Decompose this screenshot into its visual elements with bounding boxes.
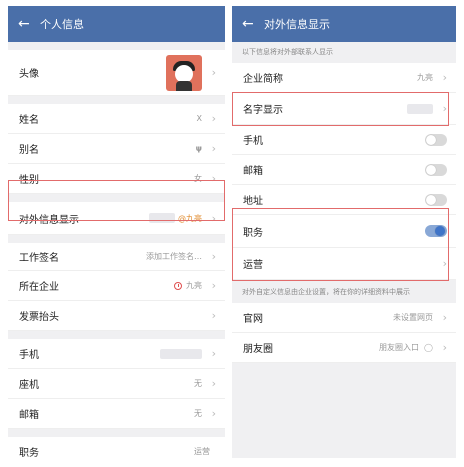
chevron-right-icon: › [442, 311, 447, 324]
chevron-right-icon: › [211, 347, 216, 360]
company-label: 所在企业 [19, 282, 59, 293]
external-display-row[interactable]: 对外信息显示 @九亮 › [8, 202, 225, 235]
chevron-right-icon: › [211, 279, 216, 292]
email-row[interactable]: 邮箱 无 › [8, 399, 225, 429]
invoice-title-row[interactable]: 发票抬头 › [8, 301, 225, 331]
page-title: 对外信息显示 [264, 18, 330, 31]
name-value: X [196, 114, 202, 123]
work-signature-row[interactable]: 工作签名 添加工作签名… › [8, 243, 225, 271]
moments-value: 朋友圈入口 [379, 343, 420, 352]
company-short-label: 企业简称 [243, 74, 283, 85]
chevron-right-icon: › [211, 250, 216, 263]
avatar-label: 头像 [19, 69, 39, 80]
phone-label: 手机 [19, 350, 39, 361]
chevron-right-icon: › [442, 257, 447, 270]
company-short-value: 九亮 [417, 73, 433, 82]
work-signature-value: 添加工作签名… [146, 252, 202, 261]
position-label: 职务 [19, 448, 39, 458]
email-label: 邮箱 [19, 410, 39, 421]
website-value: 未设置网页 [393, 313, 433, 322]
alert-icon [174, 281, 182, 290]
arrow-left-icon[interactable]: ← [18, 16, 40, 32]
gender-value: 女 [194, 174, 202, 183]
landline-value: 无 [194, 379, 202, 388]
landline-label: 座机 [19, 380, 39, 391]
alias-row[interactable]: 别名 ψ › [8, 134, 225, 164]
blurred-name [407, 103, 433, 114]
eye-icon: ◯ [424, 343, 433, 352]
section-note: 对外自定义信息由企业设置，将在你的详细资料中展示 [242, 288, 410, 296]
chevron-right-icon: › [211, 211, 216, 225]
name-display-label: 名字显示 [243, 105, 283, 116]
phone-toggle[interactable] [425, 133, 447, 146]
operations-label: 运营 [243, 260, 263, 271]
phone-row[interactable]: 手机 › [8, 339, 225, 369]
chevron-right-icon: › [211, 112, 216, 125]
name-label: 姓名 [19, 115, 39, 126]
position-value: 运营 [194, 447, 210, 456]
position-label: 职务 [243, 227, 263, 239]
company-value: 九亮 [186, 281, 202, 290]
blurred-name [149, 213, 175, 223]
position-toggle-row: 职务 [232, 215, 456, 248]
company-short-row[interactable]: 企业简称 九亮 › [232, 63, 456, 93]
work-signature-label: 工作签名 [19, 253, 59, 264]
gender-label: 性别 [19, 175, 39, 186]
name-display-row[interactable]: 名字显示 › [232, 93, 456, 125]
chevron-right-icon: › [211, 377, 216, 390]
chevron-right-icon: › [442, 341, 447, 354]
landline-row[interactable]: 座机 无 › [8, 369, 225, 399]
phone-label: 手机 [243, 136, 263, 147]
operations-row[interactable]: 运营 › [232, 248, 456, 280]
alias-label: 别名 [19, 145, 39, 156]
section-note: 以下信息将对外部联系人显示 [242, 48, 333, 56]
personal-info-screen: ← 个人信息 头像 › 姓名 X › 别名 ψ › 性别 女 › 对外信息显示 … [8, 6, 225, 458]
position-toggle[interactable] [425, 225, 447, 237]
sprout-icon: ψ [195, 144, 202, 153]
arrow-left-icon[interactable]: ← [242, 16, 264, 32]
address-label: 地址 [243, 196, 263, 207]
gender-row[interactable]: 性别 女 › [8, 164, 225, 194]
personal-info-header: ← 个人信息 [8, 6, 225, 42]
email-toggle-row: 邮箱 [232, 155, 456, 185]
chevron-right-icon: › [442, 71, 447, 84]
website-row[interactable]: 官网 未设置网页 › [232, 303, 456, 333]
company-tag: @九亮 [178, 213, 202, 223]
company-row[interactable]: 所在企业 九亮 › [8, 271, 225, 301]
email-value: 无 [194, 409, 202, 418]
invoice-title-label: 发票抬头 [19, 312, 59, 323]
moments-row[interactable]: 朋友圈 朋友圈入口 ◯ › [232, 333, 456, 363]
external-display-screen: ← 对外信息显示 以下信息将对外部联系人显示 企业简称 九亮 › 名字显示 › … [232, 6, 456, 458]
avatar [166, 54, 202, 91]
website-label: 官网 [243, 314, 263, 325]
address-toggle-row: 地址 [232, 185, 456, 215]
address-toggle[interactable] [425, 193, 447, 206]
chevron-right-icon: › [211, 407, 216, 420]
name-row[interactable]: 姓名 X › [8, 104, 225, 134]
external-display-header: ← 对外信息显示 [232, 6, 456, 42]
position-row[interactable]: 职务 运营 [8, 437, 225, 458]
moments-label: 朋友圈 [243, 344, 273, 355]
chevron-right-icon: › [211, 66, 216, 79]
chevron-right-icon: › [211, 172, 216, 185]
external-display-label: 对外信息显示 [19, 214, 79, 226]
page-title: 个人信息 [40, 18, 84, 31]
chevron-right-icon: › [442, 102, 447, 115]
chevron-right-icon: › [211, 142, 216, 155]
phone-toggle-row: 手机 [232, 125, 456, 155]
chevron-right-icon: › [211, 309, 216, 322]
blurred-phone [160, 348, 202, 359]
email-label: 邮箱 [243, 166, 263, 177]
avatar-row[interactable]: 头像 › [8, 50, 225, 96]
email-toggle[interactable] [425, 163, 447, 176]
